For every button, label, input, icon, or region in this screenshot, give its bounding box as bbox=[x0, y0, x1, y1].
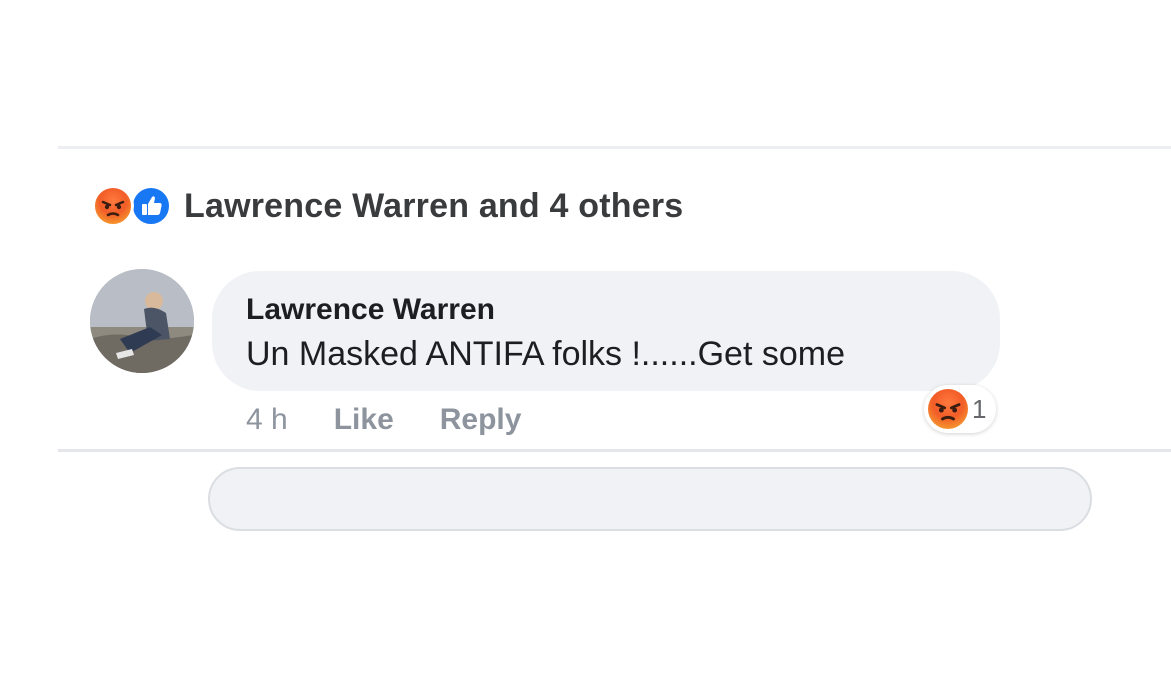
like-button[interactable]: Like bbox=[334, 403, 394, 437]
angry-reaction-icon bbox=[928, 389, 968, 429]
comment-actions: 4 h Like Reply bbox=[246, 403, 567, 437]
comment-reaction-badge[interactable]: 1 bbox=[924, 385, 997, 433]
comment-section: Lawrence Warren and 4 others Lawrence Wa… bbox=[58, 146, 1171, 531]
like-reaction-icon bbox=[130, 185, 172, 227]
reply-button[interactable]: Reply bbox=[440, 403, 522, 437]
comment-author[interactable]: Lawrence Warren bbox=[246, 293, 495, 327]
reaction-count: 1 bbox=[972, 393, 987, 424]
avatar[interactable] bbox=[90, 269, 194, 373]
comment: Lawrence Warren Un Masked ANTIFA folks !… bbox=[90, 269, 1050, 399]
comment-timestamp[interactable]: 4 h bbox=[246, 403, 288, 437]
angry-reaction-icon bbox=[92, 185, 134, 227]
comment-bubble: Lawrence Warren Un Masked ANTIFA folks !… bbox=[212, 271, 1000, 391]
reactions-summary-text[interactable]: Lawrence Warren and 4 others bbox=[184, 187, 683, 226]
divider bbox=[58, 449, 1171, 452]
write-comment-input[interactable] bbox=[208, 467, 1092, 531]
reactions-summary[interactable]: Lawrence Warren and 4 others bbox=[92, 185, 683, 227]
comment-text: Un Masked ANTIFA folks !......Get some bbox=[246, 335, 845, 373]
